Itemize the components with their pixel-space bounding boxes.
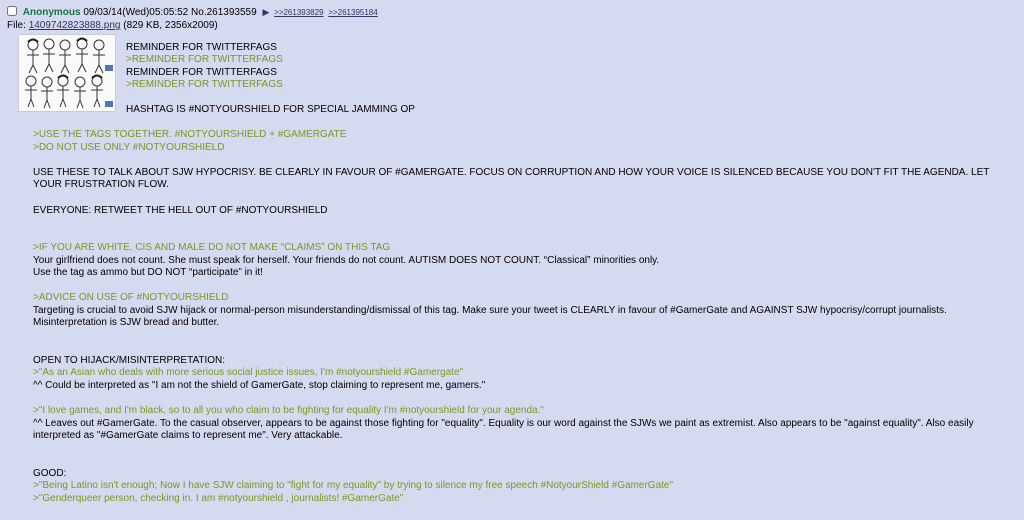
greentext-line: >"As an Asian who deals with more seriou… (33, 367, 464, 378)
message-line: HASHTAG IS #NOTYOURSHIELD FOR SPECIAL JA… (126, 104, 415, 115)
greentext-line: >IF YOU ARE WHITE, CIS AND MALE DO NOT M… (33, 242, 391, 253)
thumbnail-image[interactable] (18, 34, 116, 112)
message-line: ^^ Leaves out #GamerGate. To the casual … (33, 418, 974, 441)
message-line: USE THESE TO TALK ABOUT SJW HYPOCRISY. B… (33, 167, 990, 190)
greentext-line: >"I love games, and I'm black, so to all… (33, 405, 544, 416)
backlink[interactable]: >>261393829 (274, 8, 323, 17)
post-number[interactable]: No.261393559 (191, 7, 257, 18)
message-line: REMINDER FOR TWITTERFAGS (126, 67, 277, 78)
message-line: ^^ Could be interpreted as "I am not the… (33, 380, 486, 391)
post-header: Anonymous 09/03/14(Wed)05:05:52 No.26139… (7, 6, 378, 18)
message-line: OPEN TO HIJACK/MISINTERPRETATION: (33, 355, 226, 366)
post-menu-arrow-icon[interactable]: ▶ (262, 7, 269, 17)
post-select-checkbox[interactable] (7, 6, 17, 16)
message-line: Your girlfriend does not count. She must… (33, 255, 660, 266)
greentext-line: >USE THE TAGS TOGETHER. #NOTYOURSHIELD +… (33, 129, 347, 140)
post-datetime: 09/03/14(Wed)05:05:52 (83, 7, 189, 18)
message-line: REMINDER FOR TWITTERFAGS (126, 42, 277, 53)
message-line: EVERYONE: RETWEET THE HELL OUT OF #NOTYO… (33, 205, 328, 216)
greentext-line: >"Being Latino isn't enough; Now I have … (33, 480, 674, 491)
poster-name: Anonymous (22, 7, 81, 18)
file-info: File: 1409742823888.png (829 KB, 2356x20… (7, 20, 218, 31)
post-container: Anonymous 09/03/14(Wed)05:05:52 No.26139… (0, 0, 1024, 520)
greentext-line: >REMINDER FOR TWITTERFAGS (126, 79, 283, 90)
message-line: Use the tag as ammo but DO NOT “particip… (33, 267, 263, 278)
greentext-line: >ADVICE ON USE OF #NOTYOURSHIELD (33, 292, 229, 303)
greentext-line: >DO NOT USE ONLY #NOTYOURSHIELD (33, 142, 225, 153)
greentext-line: >"Genderqueer person, checking in. I am … (33, 493, 404, 504)
file-meta: (829 KB, 2356x2009) (123, 20, 218, 31)
message-line: Misinterpretation is SJW bread and butte… (33, 317, 220, 328)
message-line: Targeting is crucial to avoid SJW hijack… (33, 305, 947, 316)
backlink[interactable]: >>261395184 (328, 8, 377, 17)
file-label: File: (7, 20, 26, 31)
file-link[interactable]: 1409742823888.png (29, 20, 121, 31)
people-comic-thumbnail-icon (19, 35, 115, 111)
greentext-line: >REMINDER FOR TWITTERFAGS (126, 54, 283, 65)
message-line: GOOD: (33, 468, 67, 479)
